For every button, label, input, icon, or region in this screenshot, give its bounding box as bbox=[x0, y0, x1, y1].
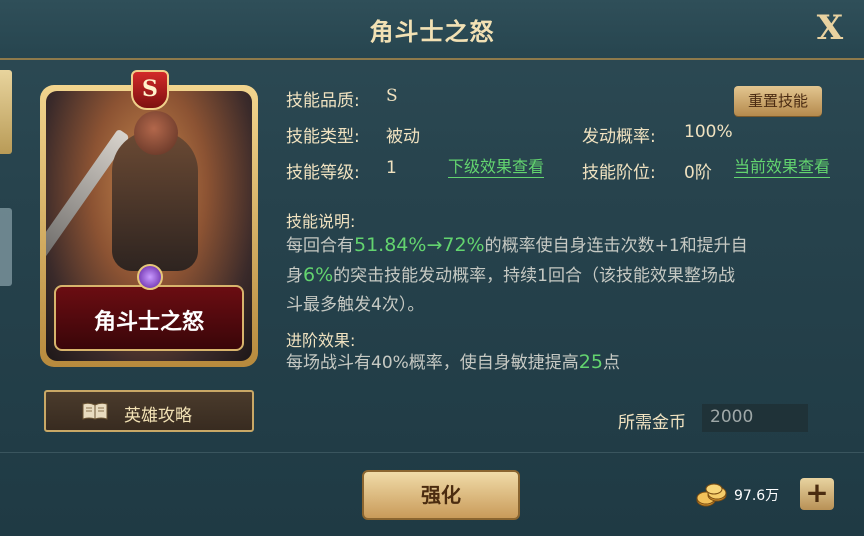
required-gold-label: 所需金币 bbox=[618, 413, 686, 433]
book-icon bbox=[82, 402, 108, 420]
required-gold-value: 2000 bbox=[710, 407, 754, 427]
hero-guide-label: 英雄攻略 bbox=[124, 406, 192, 426]
desc-text: 每回合有 bbox=[286, 236, 354, 256]
rank-label: 技能阶位: bbox=[582, 163, 656, 183]
card-nameplate: 角斗士之怒 bbox=[54, 285, 244, 351]
advance-highlight: 25 bbox=[578, 351, 603, 373]
skill-card: 角斗士之怒 bbox=[40, 85, 258, 367]
desc-text: 身 bbox=[286, 266, 303, 286]
skill-card-art: 角斗士之怒 bbox=[46, 91, 252, 361]
advance-effect-text: 每场战斗有40%概率，使自身敏捷提高25点 bbox=[286, 348, 826, 378]
desc-text: 的概率使自身连击次数+1和提升自 bbox=[484, 236, 748, 256]
advance-text: 点 bbox=[602, 353, 620, 373]
header-bar: 角斗士之怒 X bbox=[0, 0, 864, 60]
gem-icon bbox=[137, 264, 163, 290]
description-line-1: 每回合有51.84%→72%的概率使自身连击次数+1和提升自 bbox=[286, 231, 826, 261]
gladiator-head-illustration bbox=[134, 111, 178, 155]
side-tab[interactable] bbox=[0, 208, 12, 286]
enhance-button[interactable]: 强化 bbox=[362, 470, 520, 520]
card-name: 角斗士之怒 bbox=[93, 310, 204, 335]
trigger-prob-label: 发动概率: bbox=[582, 127, 656, 147]
desc-text: 的突击技能发动概率，持续1回合（该技能效果整场战 bbox=[333, 266, 735, 286]
trigger-prob-value: 100% bbox=[684, 122, 733, 142]
panel-title: 角斗士之怒 bbox=[369, 18, 495, 46]
required-gold-box: 2000 bbox=[702, 404, 808, 432]
footer-divider bbox=[0, 452, 864, 453]
skill-panel: 角斗士之怒 X 角斗士之怒 S 英雄攻略 技能品质: S 重置技能 技能类型: … bbox=[0, 0, 864, 536]
description-line-2: 身6%的突击技能发动概率，持续1回合（该技能效果整场战 bbox=[286, 261, 826, 291]
current-effect-link[interactable]: 当前效果查看 bbox=[734, 157, 831, 178]
gold-coins-icon bbox=[696, 483, 727, 507]
close-button[interactable]: X bbox=[812, 10, 848, 46]
skill-description: 每回合有51.84%→72%的概率使自身连击次数+1和提升自 身6%的突击技能发… bbox=[286, 231, 826, 320]
type-value: 被动 bbox=[386, 127, 420, 147]
hero-guide-button[interactable]: 英雄攻略 bbox=[44, 390, 254, 432]
gold-balance: 97.6万 bbox=[734, 488, 780, 504]
side-tab-active[interactable] bbox=[0, 70, 12, 154]
reset-skill-button[interactable]: 重置技能 bbox=[734, 86, 822, 116]
next-level-effect-link[interactable]: 下级效果查看 bbox=[448, 157, 545, 178]
grade-badge: S bbox=[131, 70, 169, 110]
desc-highlight: 51.84%→72% bbox=[354, 234, 485, 256]
quality-value: S bbox=[386, 86, 398, 106]
desc-highlight: 6% bbox=[303, 264, 334, 286]
level-label: 技能等级: bbox=[286, 163, 360, 183]
advance-text: 每场战斗有40%概率，使自身敏捷提高 bbox=[286, 353, 579, 373]
rank-value: 0阶 bbox=[684, 163, 712, 183]
skill-description-title: 技能说明: bbox=[286, 212, 356, 231]
type-label: 技能类型: bbox=[286, 127, 360, 147]
quality-label: 技能品质: bbox=[286, 91, 360, 111]
description-line-3: 斗最多触发4次）。 bbox=[286, 295, 425, 315]
level-value: 1 bbox=[386, 158, 397, 178]
add-gold-button[interactable]: + bbox=[800, 478, 834, 510]
